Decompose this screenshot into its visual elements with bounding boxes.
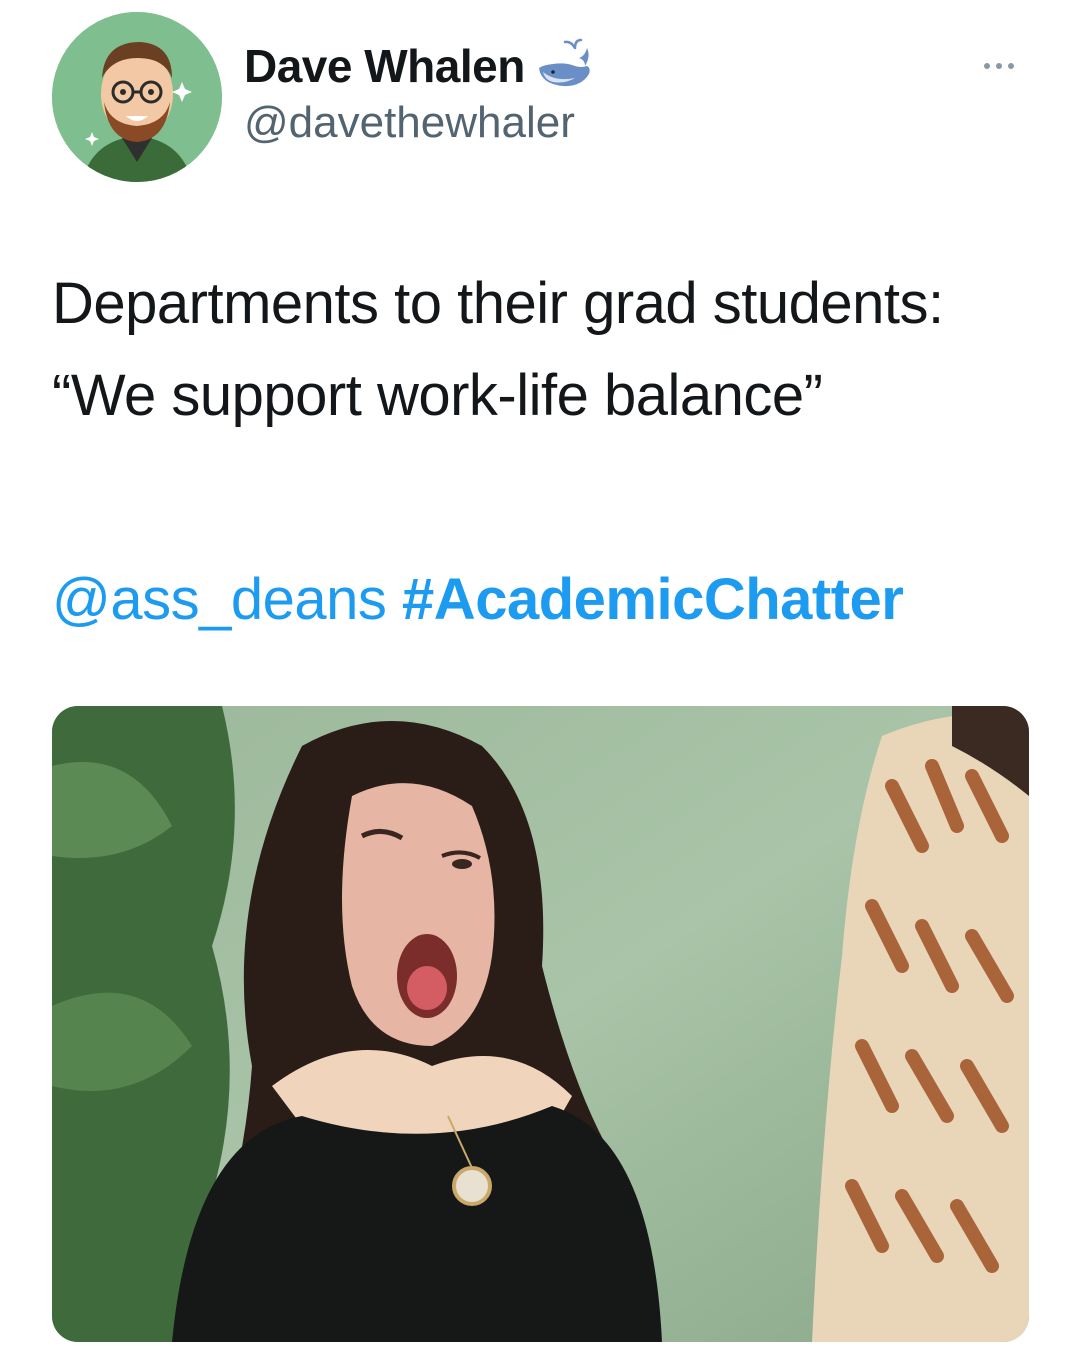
dot bbox=[984, 63, 990, 69]
author-name-row: Dave Whalen bbox=[244, 38, 595, 94]
cartoon-avatar-icon bbox=[52, 12, 222, 182]
tweet-text: Departments to their grad students: “We … bbox=[52, 271, 944, 428]
tweet-tags: @ass_deans #AcademicChatter bbox=[52, 566, 904, 633]
dot bbox=[996, 63, 1002, 69]
tweet-media-photo[interactable] bbox=[52, 706, 1029, 1342]
reaction-photo bbox=[52, 706, 1029, 1342]
whale-icon bbox=[535, 38, 595, 94]
dot bbox=[1008, 63, 1014, 69]
hashtag-link[interactable]: #AcademicChatter bbox=[402, 567, 904, 632]
mention-link[interactable]: @ass_deans bbox=[52, 567, 387, 632]
more-options-icon[interactable] bbox=[984, 56, 1024, 76]
author-display-name[interactable]: Dave Whalen bbox=[244, 39, 525, 93]
author-avatar[interactable] bbox=[52, 12, 222, 182]
author-handle[interactable]: @davethewhaler bbox=[244, 98, 575, 148]
